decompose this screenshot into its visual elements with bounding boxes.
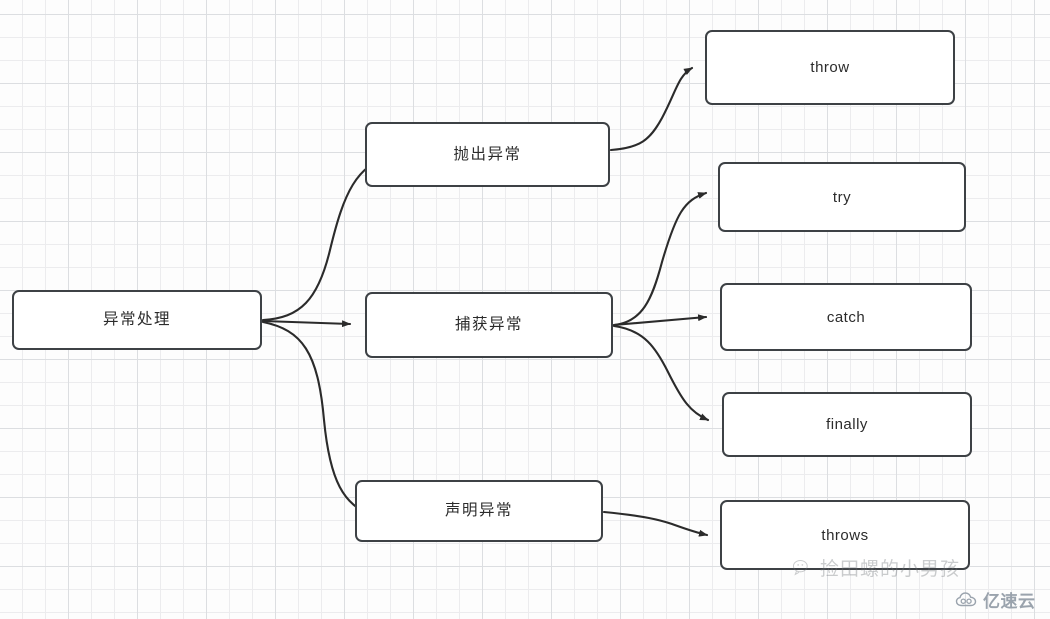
node-label: finally [826, 416, 868, 433]
wechat-icon [793, 559, 808, 576]
node-label: 异常处理 [102, 311, 171, 329]
node-kw_catch[interactable]: catch [720, 283, 972, 351]
node-label: throws [821, 526, 869, 544]
node-label: 声明异常 [444, 502, 513, 520]
watermark-brand: 亿速云 [955, 587, 1036, 612]
node-label: 捕获异常 [454, 316, 523, 334]
diagram-canvas: 异常处理 抛出异常捕获异常声明异常 throw try catch finally thro… [0, 0, 1050, 619]
edge-catch_ex-to-kw_catch [612, 314, 708, 327]
watermark-account: 捡田螺的小男孩 [793, 554, 960, 581]
node-kw_finally[interactable]: finally [722, 392, 972, 457]
node-label: throw [810, 59, 850, 76]
edge-root-to-catch_ex [261, 319, 352, 328]
node-throw_ex[interactable]: 抛出异常 [365, 122, 610, 187]
node-catch_ex[interactable]: 捕获异常 [365, 292, 613, 358]
edge-declare_ex-to-kw_throws [602, 510, 709, 537]
node-label: try [832, 188, 852, 206]
node-kw_try[interactable]: try [718, 162, 966, 232]
watermark-account-text: 捡田螺的小男孩 [820, 559, 961, 580]
edge-catch_ex-to-kw_finally [612, 324, 710, 422]
node-root[interactable]: 异常处理 [12, 290, 262, 350]
watermark-brand-text: 亿速云 [983, 592, 1036, 611]
node-label: catch [826, 308, 866, 326]
node-label: 抛出异常 [453, 145, 522, 163]
node-kw_throw[interactable]: throw [705, 30, 955, 105]
node-declare_ex[interactable]: 声明异常 [355, 480, 603, 542]
edge-throw_ex-to-kw_throw [609, 66, 694, 152]
edge-catch_ex-to-kw_try [612, 191, 708, 327]
cloud-icon [955, 591, 977, 606]
